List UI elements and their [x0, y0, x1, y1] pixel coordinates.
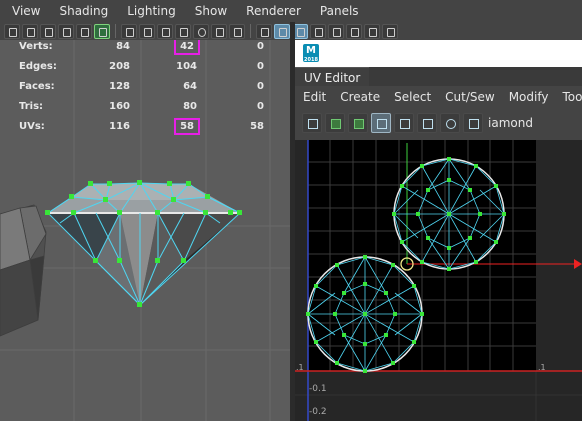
diamond-mesh[interactable]	[45, 180, 242, 307]
uv-axis-label-y1: -0.1	[309, 384, 327, 394]
menu-show[interactable]: Show	[185, 4, 236, 18]
toolbar-separator	[250, 24, 251, 38]
lights-icon[interactable]	[328, 23, 344, 39]
uv-shell-icon[interactable]	[302, 113, 322, 133]
hud-value: 160	[109, 101, 130, 112]
hud-value: 0	[257, 101, 264, 112]
uv-axis-label-x-left: .1	[296, 363, 304, 372]
menu-lighting[interactable]: Lighting	[117, 4, 185, 18]
uv-editor-toolbar: iamond	[295, 110, 582, 136]
safe-title-icon[interactable]	[229, 23, 245, 39]
hud-row-uvs: UVs: 116 58 58	[0, 118, 290, 140]
textured-icon[interactable]	[310, 23, 326, 39]
toolbar-separator	[115, 24, 116, 38]
shadows-icon[interactable]	[346, 23, 362, 39]
pencil-icon[interactable]	[94, 23, 110, 39]
manipulator-arrow-icon	[574, 259, 582, 269]
hud-row-verts: Verts: 84 42 0	[0, 40, 290, 60]
uv-shell-border-icon[interactable]	[325, 113, 345, 133]
hud-value-highlighted: 42	[174, 40, 200, 55]
hud-label: UVs:	[19, 121, 45, 132]
resolution-gate-icon[interactable]	[157, 23, 173, 39]
camera-select-icon[interactable]	[4, 23, 20, 39]
uv-distortion-icon[interactable]	[348, 113, 368, 133]
safe-action-icon[interactable]	[211, 23, 227, 39]
uv-texture-icon[interactable]	[440, 113, 460, 133]
hud-value: 0	[257, 41, 264, 52]
hud-value: 116	[109, 121, 130, 132]
hud-value-highlighted: 58	[174, 118, 200, 135]
hud-row-edges: Edges: 208 104 0	[0, 60, 290, 80]
grid-icon[interactable]	[121, 23, 137, 39]
wireframe-icon[interactable]	[256, 23, 272, 39]
uv-menu-create[interactable]: Create	[332, 90, 386, 104]
menu-shading[interactable]: Shading	[49, 4, 117, 18]
hud-row-faces: Faces: 128 64 0	[0, 80, 290, 100]
hud-value: 84	[116, 41, 130, 52]
hud-value: 64	[183, 81, 197, 92]
viewport-menubar: View Shading Lighting Show Renderer Pane…	[0, 0, 582, 22]
viewport-3d[interactable]: Verts: 84 42 0 Edges: 208 104 0 Faces: 1…	[0, 40, 290, 421]
uv-editor-titlebar[interactable]: M 2018	[295, 40, 582, 67]
uv-viewport[interactable]: .1 .1 -0.1 -0.2	[295, 140, 582, 421]
logo-letter: M	[306, 45, 316, 56]
hud-value: 0	[257, 81, 264, 92]
hud-value: 58	[250, 121, 264, 132]
uv-axis-label-x-right: .1	[538, 363, 546, 372]
hud-value: 104	[176, 61, 197, 72]
uv-menu-cut-sew[interactable]: Cut/Sew	[437, 90, 501, 104]
hud-label: Faces:	[19, 81, 55, 92]
uv-pixel-snap-icon[interactable]	[417, 113, 437, 133]
uv-editor-panel: M 2018 UV Editor Edit Create Select Cut/…	[295, 40, 582, 421]
hud-value: 80	[183, 101, 197, 112]
uv-editor-tabbar: UV Editor	[295, 67, 582, 86]
menu-panels[interactable]: Panels	[310, 4, 368, 18]
xray-icon[interactable]	[364, 23, 380, 39]
gate-mask-icon[interactable]	[175, 23, 191, 39]
uv-object-name[interactable]: iamond	[488, 116, 533, 130]
hud-label: Tris:	[19, 101, 44, 112]
hud-row-tris: Tris: 160 80 0	[0, 100, 290, 120]
hud-value: 128	[109, 81, 130, 92]
tab-uv-editor[interactable]: UV Editor	[295, 67, 370, 86]
field-chart-icon[interactable]	[193, 23, 209, 39]
hud-value: 0	[257, 61, 264, 72]
isolate-icon[interactable]	[382, 23, 398, 39]
menu-view[interactable]: View	[0, 4, 49, 18]
camera-icon[interactable]	[463, 113, 483, 133]
uv-checker-icon[interactable]	[371, 113, 391, 133]
hud-value: 208	[109, 61, 130, 72]
hud-label: Edges:	[19, 61, 57, 72]
camera-attributes-icon[interactable]	[40, 23, 56, 39]
uv-canvas[interactable]: .1 .1 -0.1 -0.2	[295, 140, 582, 421]
uv-axis-label-y2: -0.2	[309, 407, 327, 417]
background-object	[0, 204, 47, 337]
film-gate-icon[interactable]	[139, 23, 155, 39]
uv-editor-menubar: Edit Create Select Cut/Sew Modify Tools	[295, 86, 582, 108]
maya-logo-icon: M 2018	[303, 44, 319, 63]
uv-menu-tools[interactable]: Tools	[554, 90, 582, 104]
smooth-shade-icon[interactable]	[274, 23, 290, 39]
logo-version: 2018	[304, 57, 318, 63]
uv-grid-icon[interactable]	[394, 113, 414, 133]
camera-lock-icon[interactable]	[22, 23, 38, 39]
bookmark-icon[interactable]	[58, 23, 74, 39]
hud-label: Verts:	[19, 41, 53, 52]
menu-renderer[interactable]: Renderer	[236, 4, 310, 18]
uv-menu-modify[interactable]: Modify	[501, 90, 555, 104]
uv-menu-select[interactable]: Select	[386, 90, 437, 104]
uv-menu-edit[interactable]: Edit	[295, 90, 332, 104]
image-plane-icon[interactable]	[76, 23, 92, 39]
